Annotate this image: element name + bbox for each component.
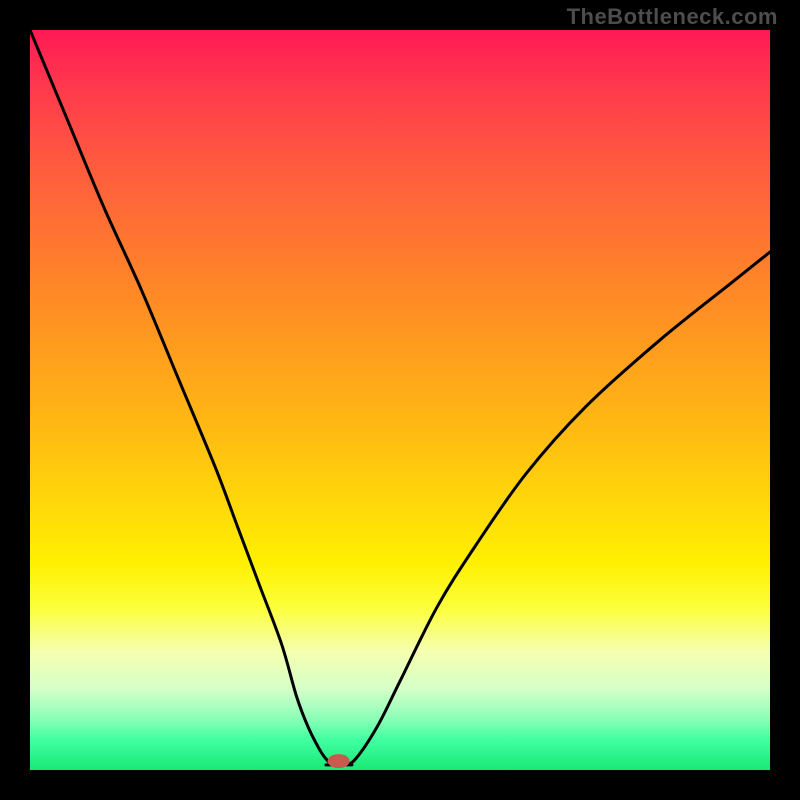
chart-frame: TheBottleneck.com xyxy=(0,0,800,800)
chart-svg xyxy=(30,30,770,770)
plot-area xyxy=(30,30,770,770)
bottleneck-min-marker xyxy=(328,754,350,768)
watermark-text: TheBottleneck.com xyxy=(567,4,778,30)
bottleneck-curve xyxy=(30,30,770,766)
